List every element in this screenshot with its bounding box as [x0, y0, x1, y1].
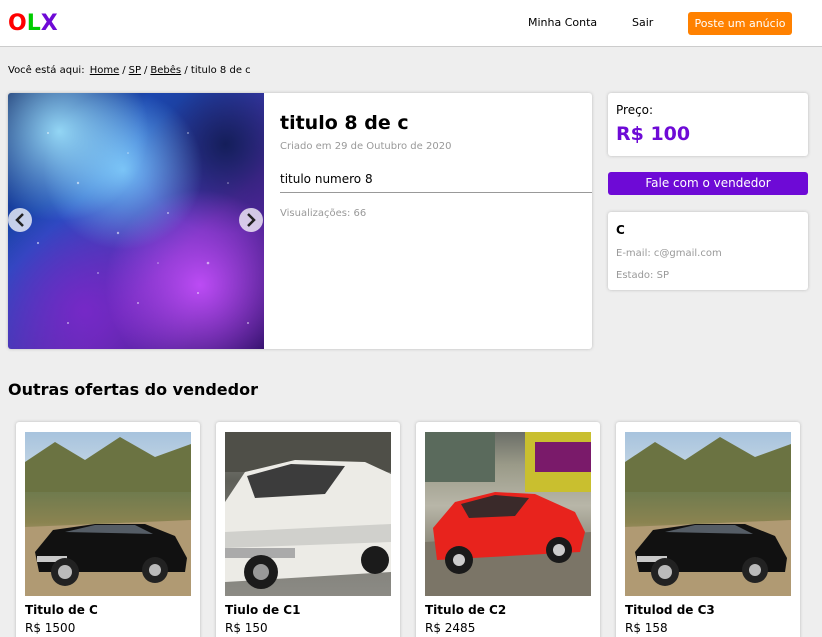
breadcrumb-current: / titulo 8 de c — [184, 65, 251, 76]
offer-title: Titulo de C2 — [425, 603, 507, 617]
product-title: titulo 8 de c — [280, 112, 409, 134]
breadcrumb-state-link[interactable]: SP — [129, 65, 141, 76]
breadcrumb-home-link[interactable]: Home — [90, 65, 120, 76]
olx-logo[interactable]: OLX — [8, 10, 58, 38]
breadcrumb: Você está aqui: Home / SP / Bebês / titulo 8… — [8, 65, 251, 76]
offer-price: R$ 2485 — [425, 621, 476, 635]
gallery-prev-button[interactable] — [8, 208, 32, 232]
header: OLX Minha Conta Sair Poste um anúcio — [0, 0, 822, 47]
seller-email: E-mail: c@gmail.com — [616, 248, 722, 259]
offer-card[interactable]: Tiulo de C1 R$ 150 — [216, 422, 400, 637]
breadcrumb-category-link[interactable]: Bebês — [150, 65, 181, 76]
product-image-gallery[interactable] — [8, 93, 264, 349]
offer-title: Titulod de C3 — [625, 603, 715, 617]
offer-price: R$ 150 — [225, 621, 268, 635]
seller-state: Estado: SP — [616, 270, 669, 281]
seller-name: C — [616, 223, 625, 237]
offer-card[interactable]: Titulod de C3 R$ 158 — [616, 422, 800, 637]
gallery-next-button[interactable] — [239, 208, 263, 232]
contact-seller-button[interactable]: Fale com o vendedor — [608, 172, 808, 195]
chevron-right-icon — [247, 213, 256, 227]
offer-card[interactable]: Titulo de C R$ 1500 — [16, 422, 200, 637]
other-offers-title: Outras ofertas do vendedor — [8, 380, 258, 399]
seller-info: C E-mail: c@gmail.com Estado: SP — [608, 212, 808, 290]
product-details: titulo 8 de c Criado em 29 de Outubro de… — [8, 93, 592, 349]
offer-image — [425, 432, 591, 596]
my-account-link[interactable]: Minha Conta — [528, 16, 597, 30]
product-info: titulo 8 de c Criado em 29 de Outubro de… — [280, 93, 592, 349]
product-description: titulo numero 8 — [280, 171, 592, 193]
post-ad-button[interactable]: Poste um anúcio — [688, 12, 792, 35]
chevron-left-icon — [15, 213, 24, 227]
logo-letter-l: L — [26, 11, 41, 36]
logo-letter-x: X — [40, 11, 58, 36]
product-image — [36, 132, 249, 324]
offer-price: R$ 1500 — [25, 621, 76, 635]
offer-image — [25, 432, 191, 596]
price-value: R$ 100 — [616, 123, 691, 145]
offer-title: Tiulo de C1 — [225, 603, 301, 617]
offer-card[interactable]: Titulo de C2 R$ 2485 — [416, 422, 600, 637]
breadcrumb-prefix: Você está aqui: — [8, 65, 85, 76]
price-label: Preço: — [616, 103, 654, 117]
logout-link[interactable]: Sair — [632, 16, 653, 30]
offer-title: Titulo de C — [25, 603, 98, 617]
logo-letter-o: O — [8, 11, 27, 36]
price-box: Preço: R$ 100 — [608, 93, 808, 156]
offer-image — [625, 432, 791, 596]
product-views: Visualizações: 66 — [280, 208, 367, 219]
offer-image — [225, 432, 391, 596]
offer-price: R$ 158 — [625, 621, 668, 635]
product-created-date: Criado em 29 de Outubro de 2020 — [280, 141, 452, 152]
